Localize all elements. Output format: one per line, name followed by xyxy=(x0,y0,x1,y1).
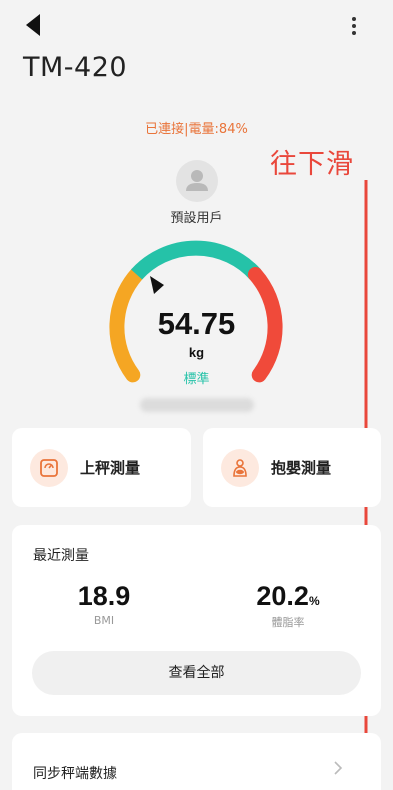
page-title: TM-420 xyxy=(23,52,128,83)
scale-measure-button[interactable]: 上秤測量 xyxy=(12,428,191,507)
sync-data-title: 同步秤端數據 xyxy=(33,766,117,782)
baby-hold-icon xyxy=(233,459,247,477)
top-bar xyxy=(0,0,393,52)
body-fat-label: 體脂率 xyxy=(271,616,305,629)
body-fat-unit: % xyxy=(308,594,320,608)
gauge-normal-segment xyxy=(131,240,261,280)
more-options-button[interactable] xyxy=(344,14,364,38)
gauge-pointer xyxy=(150,276,164,294)
device-screen: TM-420 已連接|電量:84% 往下滑 預設用戶 54.75 kg 標準 上… xyxy=(0,0,393,790)
body-fat-value: 20.2% xyxy=(218,581,358,612)
scroll-hint-annotation: 往下滑 xyxy=(270,149,354,180)
blurred-timestamp xyxy=(140,398,254,412)
scale-measure-label: 上秤測量 xyxy=(80,459,141,477)
baby-measure-button[interactable]: 抱嬰測量 xyxy=(203,428,381,507)
recent-measurement-title: 最近測量 xyxy=(33,548,89,564)
connection-status: 已連接|電量:84% xyxy=(145,122,248,137)
baby-icon-badge xyxy=(221,449,259,487)
sync-data-row[interactable]: 同步秤端數據 xyxy=(12,733,381,790)
weight-unit: kg xyxy=(188,345,205,360)
recent-measurement-card: 最近測量 18.9 BMI 20.2% 體脂率 查看全部 xyxy=(12,525,381,716)
scale-icon xyxy=(40,459,58,477)
weight-status: 標準 xyxy=(183,372,210,387)
more-vertical-icon xyxy=(352,17,356,35)
user-name: 預設用戶 xyxy=(170,211,223,226)
chevron-right-icon xyxy=(334,761,343,775)
bmi-label: BMI xyxy=(93,614,115,627)
scale-icon-badge xyxy=(30,449,68,487)
weight-value: 54.75 xyxy=(157,306,236,341)
body-fat-number: 20.2 xyxy=(256,581,309,611)
back-button[interactable] xyxy=(22,12,48,38)
bmi-value: 18.9 xyxy=(77,581,131,611)
view-all-button[interactable]: 查看全部 xyxy=(32,651,361,695)
baby-measure-label: 抱嬰測量 xyxy=(271,459,332,477)
back-arrow-icon xyxy=(26,14,40,36)
user-avatar-icon xyxy=(186,170,208,191)
user-avatar[interactable] xyxy=(176,160,218,202)
